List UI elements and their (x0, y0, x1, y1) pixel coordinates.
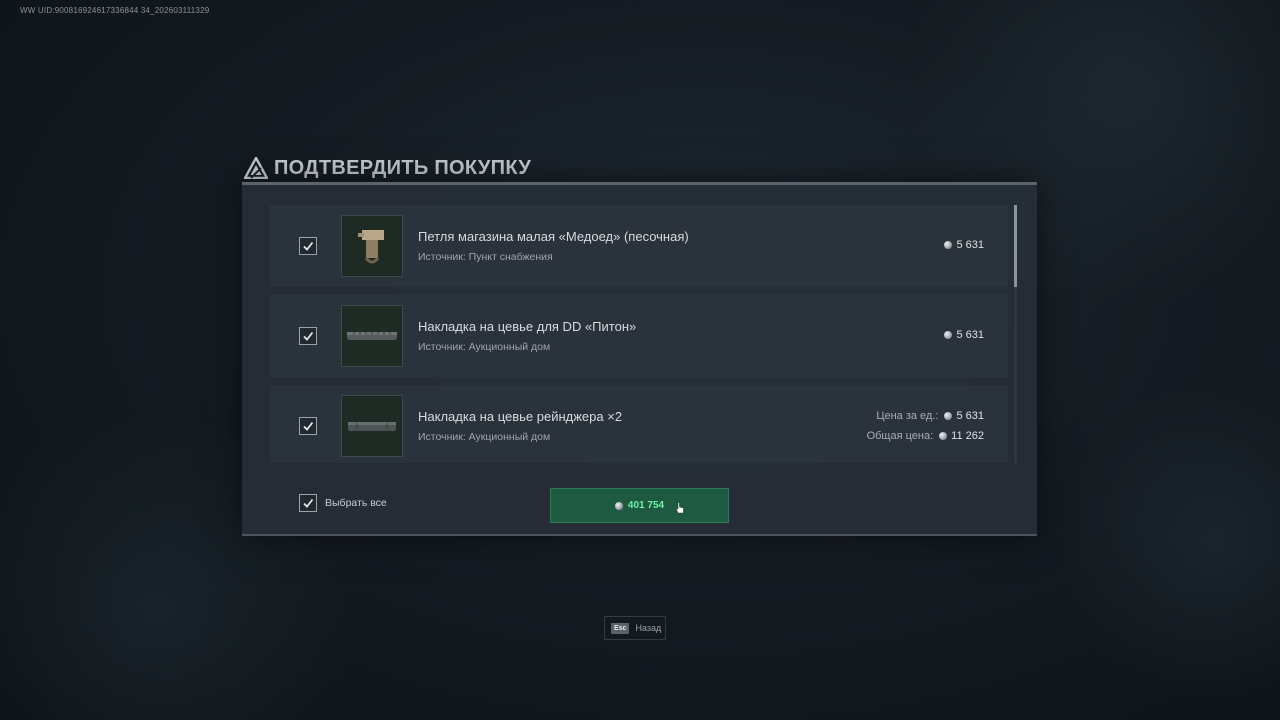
esc-key: Esc (611, 622, 630, 634)
total-price-value: 11 262 (951, 430, 984, 442)
item-name: Накладка на цевье рейнджера ×2 (418, 409, 623, 424)
buy-button[interactable]: 401 754 (550, 488, 729, 523)
checkmark-icon (303, 421, 314, 431)
checkmark-icon (303, 241, 314, 251)
coin-icon (944, 331, 953, 339)
item-thumbnail (341, 395, 403, 457)
dialog-header: ПОДТВЕРДИТЬ ПОКУПКУ (244, 154, 531, 182)
item-thumbnail (341, 305, 403, 367)
mouse-cursor-icon (675, 502, 684, 514)
warning-triangle-icon (244, 157, 268, 179)
unit-price-label: Цена за ед.: (876, 410, 939, 422)
item-name: Петля магазина малая «Медоед» (песочная) (418, 229, 689, 244)
item-thumbnail (341, 215, 403, 277)
select-all-toggle[interactable]: Выбрать все (299, 494, 387, 512)
item-checkbox[interactable] (299, 417, 317, 435)
checkmark-icon (303, 498, 314, 508)
coin-icon (939, 432, 948, 440)
coin-icon (944, 241, 953, 249)
select-all-checkbox[interactable] (299, 494, 317, 512)
uid-watermark: WW UID:900816924617336844 34_20260311132… (20, 6, 210, 15)
magazine-loop-icon (358, 230, 384, 264)
item-source: Источник: Пункт снабжения (418, 251, 553, 263)
list-item: Петля магазина малая «Медоед» (песочная)… (270, 205, 1008, 287)
total-price: Общая цена: 11 262 (867, 430, 984, 442)
unit-price: Цена за ед.: 5 631 (876, 410, 984, 422)
item-checkbox[interactable] (299, 327, 317, 345)
list-item: Накладка на цевье рейнджера ×2 Источник:… (270, 385, 1008, 463)
item-name: Накладка на цевье для DD «Питон» (418, 319, 637, 334)
item-price-value: 5 631 (956, 329, 984, 341)
back-label: Назад (635, 623, 662, 633)
purchase-item-list[interactable]: Петля магазина малая «Медоед» (песочная)… (270, 205, 1010, 463)
select-all-label: Выбрать все (325, 497, 387, 509)
item-price-value: 5 631 (956, 239, 984, 251)
handguard-rail-icon (348, 422, 396, 431)
dialog-title: ПОДТВЕРДИТЬ ПОКУПКУ (274, 156, 532, 179)
confirm-purchase-dialog: Петля магазина малая «Медоед» (песочная)… (242, 182, 1037, 536)
coin-icon (944, 412, 953, 420)
item-checkbox[interactable] (299, 237, 317, 255)
checkmark-icon (303, 331, 314, 341)
item-price: 5 631 (944, 329, 984, 341)
list-item: Накладка на цевье для DD «Питон» Источни… (270, 295, 1008, 377)
scrollbar-thumb[interactable] (1014, 205, 1017, 287)
handguard-rail-icon (347, 332, 397, 340)
item-price: 5 631 (944, 239, 984, 251)
coin-icon (614, 501, 623, 510)
item-source: Источник: Аукционный дом (418, 431, 551, 443)
back-hint[interactable]: Esc Назад (604, 616, 666, 640)
total-price-label: Общая цена: (866, 430, 934, 442)
buy-total: 401 754 (627, 500, 665, 511)
item-source: Источник: Аукционный дом (418, 341, 551, 353)
unit-price-value: 5 631 (956, 410, 984, 422)
list-scrollbar[interactable] (1014, 205, 1017, 463)
